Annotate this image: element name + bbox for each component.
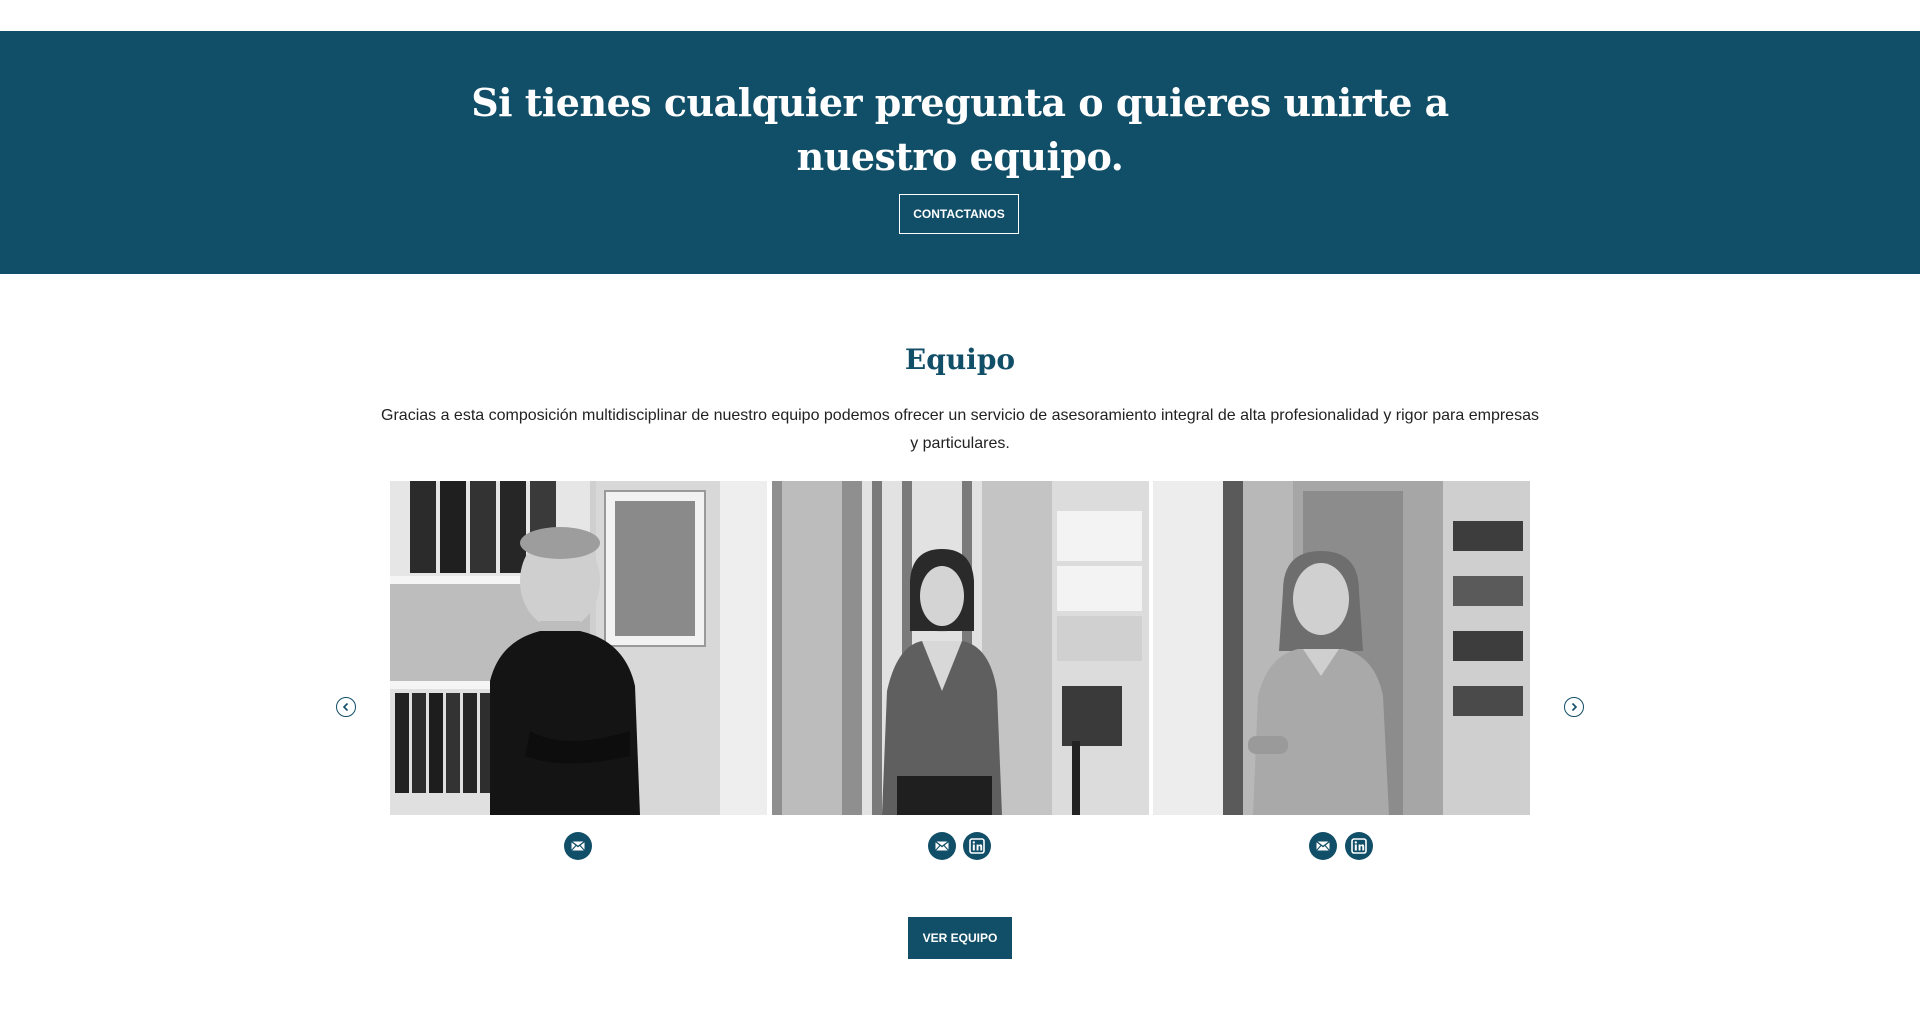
- linkedin-icon: [1351, 838, 1367, 854]
- carousel-next-button[interactable]: [1564, 697, 1584, 717]
- member-3-linkedin-button[interactable]: [1345, 832, 1373, 860]
- team-member-photo-3: [1153, 481, 1530, 815]
- mail-icon: [571, 840, 585, 851]
- linkedin-icon: [969, 838, 985, 854]
- mail-icon: [1316, 840, 1330, 851]
- member-2-linkedin-button[interactable]: [963, 832, 991, 860]
- view-team-button[interactable]: VER EQUIPO: [908, 917, 1012, 959]
- team-section-description: Gracias a esta composición multidiscipli…: [381, 407, 1539, 452]
- mail-icon: [935, 840, 949, 851]
- banner-title: Si tienes cualquier pregunta o quieres u…: [471, 80, 1449, 179]
- chevron-right-icon: [1571, 702, 1578, 712]
- team-member-photo-1: [390, 481, 767, 815]
- carousel-prev-button[interactable]: [336, 697, 356, 717]
- chevron-left-icon: [342, 702, 349, 712]
- member-1-mail-button[interactable]: [564, 832, 592, 860]
- contact-button[interactable]: CONTACTANOS: [899, 194, 1019, 234]
- contact-banner: Si tienes cualquier pregunta o quieres u…: [0, 31, 1920, 274]
- member-2-mail-button[interactable]: [928, 832, 956, 860]
- team-member-photo-2: [772, 481, 1149, 815]
- team-section-title: Equipo: [904, 343, 1016, 376]
- member-3-mail-button[interactable]: [1309, 832, 1337, 860]
